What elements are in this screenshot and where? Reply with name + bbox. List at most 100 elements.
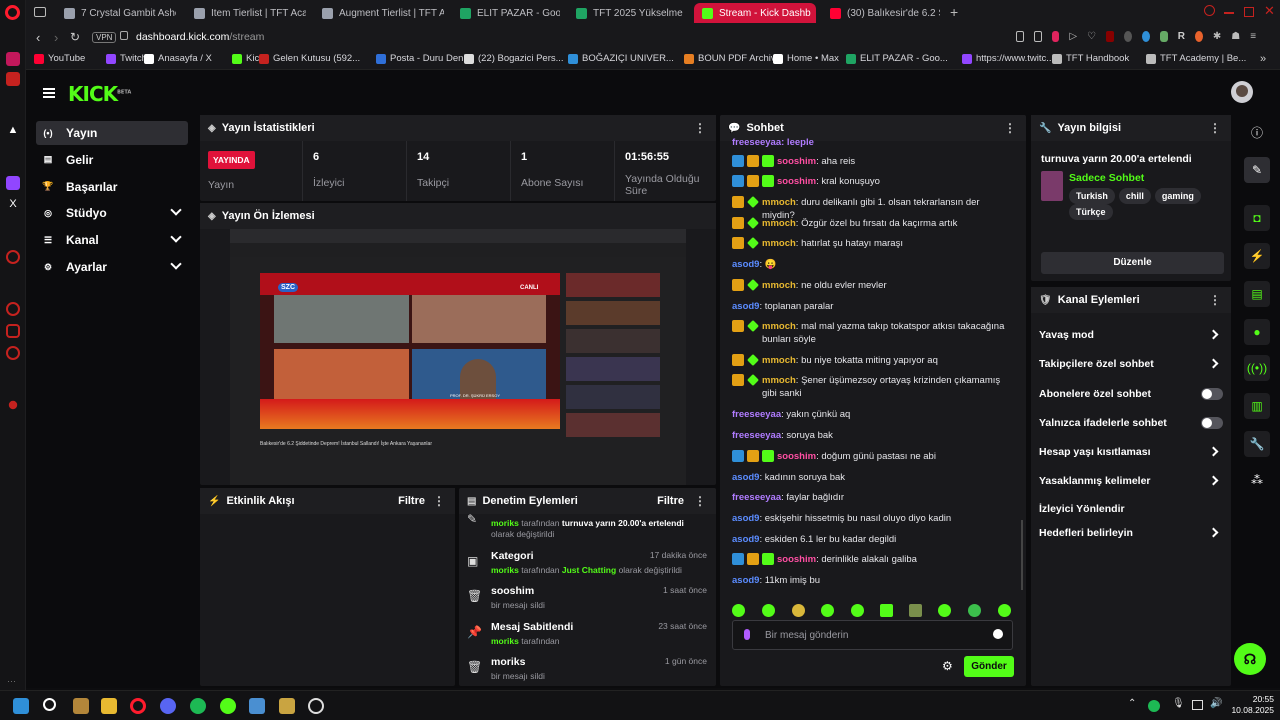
broadcast-rail-icon[interactable]: ((•))	[1244, 355, 1270, 381]
snapshot-icon[interactable]	[1016, 31, 1024, 42]
channel-action-item[interactable]: Hesap yaşı kısıtlaması	[1039, 442, 1223, 462]
url-field[interactable]: dashboard.kick.com/stream	[136, 31, 264, 43]
nav-item-channel[interactable]: ☰ Kanal	[36, 228, 188, 252]
camera-icon[interactable]: ◘	[1244, 205, 1270, 231]
display-tray-icon[interactable]	[1192, 700, 1203, 710]
stats-menu-icon[interactable]: ⋮	[694, 121, 706, 135]
more-side-icon[interactable]: ···	[7, 676, 16, 686]
channel-action-item[interactable]: İzleyici Yönlendir	[1039, 499, 1223, 519]
channel-action-item[interactable]: Abonelere özel sohbet	[1039, 384, 1223, 404]
chevron-down-icon[interactable]	[170, 258, 182, 270]
chat-input-box[interactable]: Bir mesaj gönderin	[732, 620, 1013, 650]
bookmark-item[interactable]: TFT Handbook	[1052, 53, 1129, 64]
chat-username[interactable]: asod9	[732, 472, 759, 483]
chat-username[interactable]: sooshim	[777, 451, 816, 462]
tools-icon[interactable]: 🔧	[1244, 431, 1270, 457]
chat-message[interactable]: sooshim: derinlikle alakalı galiba	[732, 553, 1014, 566]
channel-actions-menu-icon[interactable]: ⋮	[1209, 293, 1221, 307]
chat-message[interactable]: mmoch: Şener üşümezsoy ortayaş krizinden…	[732, 374, 1014, 400]
nav-item-trophy[interactable]: 🏆 Başarılar	[36, 175, 188, 199]
chevron-right-icon[interactable]	[1208, 475, 1219, 486]
reload-icon[interactable]: ↻	[70, 30, 80, 44]
green-ext-icon[interactable]	[1159, 31, 1168, 42]
account-icon[interactable]: ☗	[1231, 31, 1240, 45]
chat-username[interactable]: asod9	[732, 575, 759, 586]
vpn-badge[interactable]: VPN	[92, 32, 117, 43]
volume-tray-icon[interactable]: 🔊	[1210, 698, 1222, 709]
channel-action-item[interactable]: Yasaklanmış kelimeler	[1039, 471, 1223, 491]
emote-5-icon[interactable]	[851, 604, 864, 617]
browser-tab[interactable]: TFT 2025 Yükselme Seri	[568, 3, 686, 23]
bookmark-item[interactable]: Home • Max	[773, 53, 839, 64]
r-ext-icon[interactable]: R	[1178, 31, 1185, 45]
chat-username[interactable]: mmoch	[762, 238, 796, 249]
tft-app-icon[interactable]	[73, 698, 89, 714]
emote-3-icon[interactable]	[792, 604, 805, 617]
close-window-icon[interactable]: ✕	[1264, 3, 1275, 19]
chat-message[interactable]: mmoch: mal mal yazma takıp tokatspor atk…	[732, 320, 1014, 346]
bookmark-item[interactable]: YouTube	[34, 53, 85, 64]
chat-username[interactable]: asod9	[732, 513, 759, 524]
search-tabs-icon[interactable]	[1204, 5, 1215, 16]
channel-action-item[interactable]: Yavaş mod	[1039, 325, 1223, 345]
chat-username[interactable]: sooshim	[777, 156, 816, 167]
emote-4-icon[interactable]	[821, 604, 834, 617]
activity-menu-icon[interactable]: ⋮	[433, 494, 445, 508]
kick-logo[interactable]: KICKBETA	[68, 82, 131, 106]
chat-message[interactable]: asod9: 11km imiş bu	[732, 574, 1014, 587]
browser-tab[interactable]: ELIT PAZAR - Google E-T	[452, 3, 560, 23]
twitch-side-icon[interactable]	[6, 176, 20, 190]
chat-message[interactable]: sooshim: kral konuşuyo	[732, 175, 1014, 188]
bookmarks-more-icon[interactable]: »	[1260, 53, 1266, 65]
chat-username[interactable]: mmoch	[762, 321, 796, 332]
chat-message[interactable]: mmoch: hatırlat şu hatayı maraşı	[732, 237, 1014, 250]
chat-username[interactable]: freeseeyaa	[732, 492, 781, 503]
channel-action-item[interactable]: Yalnızca ifadelerle sohbet	[1039, 413, 1223, 433]
edit-stream-button[interactable]: Düzenle	[1041, 252, 1224, 274]
chat-username[interactable]: freeseeyaa	[732, 430, 781, 441]
chevron-right-icon[interactable]	[1208, 527, 1219, 538]
mic-tray-icon[interactable]: 🎙	[1172, 698, 1185, 709]
info-icon[interactable]: ⓘ	[1244, 119, 1270, 145]
channel-action-item[interactable]: Takipçilere özel sohbet	[1039, 354, 1223, 374]
chat-message[interactable]: freeseeyaa: faylar bağlıdır	[732, 491, 1014, 504]
moderation-filter-button[interactable]: Filtre	[657, 495, 684, 507]
ai-icon[interactable]: ▲	[6, 124, 20, 138]
spotify-icon[interactable]	[190, 698, 206, 714]
stream-tag[interactable]: chill	[1118, 188, 1151, 204]
chevron-right-icon[interactable]	[1208, 329, 1219, 340]
bookmark-item[interactable]: Twitch	[106, 53, 147, 64]
hamburger-icon[interactable]	[43, 88, 55, 98]
moderation-menu-icon[interactable]: ⋮	[694, 494, 706, 508]
back-icon[interactable]: ‹	[36, 30, 40, 45]
minimize-icon[interactable]	[1224, 12, 1234, 14]
stream-tag[interactable]: gaming	[1154, 188, 1201, 204]
emote-8-icon[interactable]	[938, 604, 951, 617]
activity-filter-button[interactable]: Filtre	[398, 495, 425, 507]
chat-username[interactable]: freeseeyaa	[732, 409, 781, 420]
toggle-switch[interactable]	[1201, 388, 1223, 400]
messenger-icon[interactable]	[6, 52, 20, 66]
share-icon[interactable]: ⁂	[1244, 467, 1270, 493]
ublock-icon[interactable]	[1106, 31, 1114, 42]
notes-app-icon[interactable]	[279, 698, 295, 714]
shield-ext-icon[interactable]	[1141, 31, 1150, 42]
bookmark-item[interactable]: Anasayfa / X	[144, 53, 212, 64]
mic-icon[interactable]	[744, 629, 750, 640]
emote-10-icon[interactable]	[998, 604, 1011, 617]
browser-tab[interactable]: 7 Crystal Gambit Ashe Zy	[56, 3, 176, 23]
opera-taskbar-icon[interactable]	[130, 698, 146, 714]
opera-logo-icon[interactable]	[5, 5, 20, 20]
settings-side-icon[interactable]	[6, 346, 20, 360]
tray-chevron-icon[interactable]: ⌃	[1128, 698, 1136, 709]
extensions-side-icon[interactable]	[6, 324, 20, 338]
lightning-icon[interactable]: ⚡	[1244, 243, 1270, 269]
vpn-ext-icon[interactable]	[1123, 31, 1132, 42]
chat-username[interactable]: asod9	[732, 534, 759, 545]
chat-message[interactable]: sooshim: aha reis	[732, 155, 1014, 168]
chat-message[interactable]: sooshim: doğum günü pastası ne abi	[732, 450, 1014, 463]
obs-icon[interactable]	[308, 698, 324, 714]
support-button[interactable]: ☊	[1234, 643, 1266, 675]
chevron-down-icon[interactable]	[170, 204, 182, 217]
clock[interactable]: 20:55 10.08.2025	[1228, 694, 1274, 716]
